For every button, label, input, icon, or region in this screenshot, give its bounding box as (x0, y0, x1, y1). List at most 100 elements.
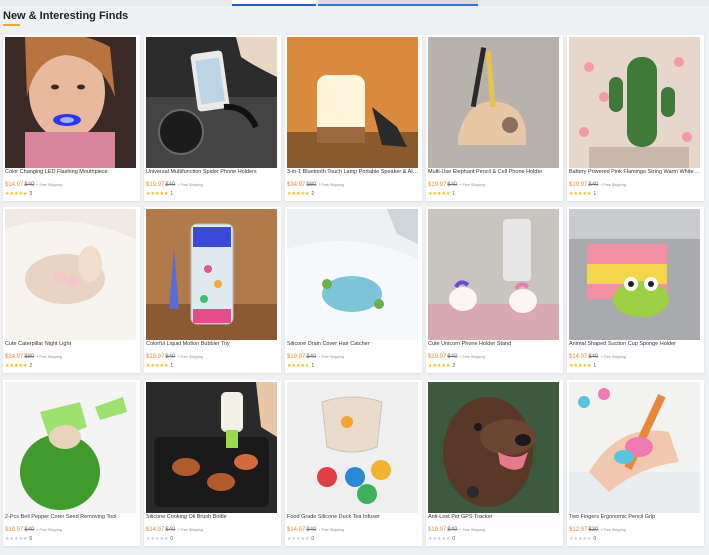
rating-row: ★★★★★ 0 (287, 536, 314, 542)
product-title[interactable]: Color Changing LED Flashing Mouthpiece (5, 169, 138, 175)
product-card[interactable]: Silicone Drain Cover Hair Catcher $19.97… (285, 207, 422, 373)
product-title[interactable]: 3-in-1 Bluetooth Touch Lamp Portable Spe… (287, 169, 420, 175)
old-price: $40 (306, 527, 317, 533)
tab-active[interactable] (232, 0, 316, 6)
liquid-bubbler-photo[interactable] (146, 209, 277, 340)
product-card[interactable]: Universal Multifunction Spider Phone Hol… (144, 35, 281, 201)
price-row: $14.97$40 + Free Shipping (287, 527, 420, 535)
product-title[interactable]: Two Fingers Ergonomic Pencil Grip (569, 514, 702, 520)
section-title-underline (3, 24, 20, 26)
frog-sponge-holder-photo[interactable] (569, 209, 700, 340)
product-card[interactable]: Colorful Liquid Motion Bubbler Toy $19.9… (144, 207, 281, 373)
elephant-holder-photo[interactable] (428, 37, 559, 168)
drain-cover-photo[interactable] (287, 209, 418, 340)
rating-row: ★★★★★ 1 (569, 191, 596, 197)
product-card[interactable]: Cute Unicorn Phone Holder Stand $19.97$4… (426, 207, 563, 373)
product-card[interactable]: Two Fingers Ergonomic Pencil Grip $12.97… (567, 380, 704, 546)
old-price: $40 (447, 527, 458, 533)
rating-row: ★★★★★ 1 (146, 363, 173, 369)
price-row: $19.97$40 + Free Shipping (146, 182, 279, 190)
pepper-corer-photo[interactable] (5, 382, 136, 513)
product-title[interactable]: Cute Caterpillar Night Light (5, 341, 138, 347)
shipping-note: + Free Shipping (459, 355, 485, 359)
price: $19.97 (428, 527, 447, 533)
price-row: $12.97$30 + Free Shipping (569, 527, 702, 535)
star-rating-icon: ★★★★★ (428, 536, 451, 542)
product-title[interactable]: Multi-Use Elephant Pencil & Cell Phone H… (428, 169, 561, 175)
price: $19.97 (146, 354, 165, 360)
product-title[interactable]: Universal Multifunction Spider Phone Hol… (146, 169, 279, 175)
duck-tea-infuser-photo[interactable] (287, 382, 418, 513)
product-title[interactable]: Silicone Cooking Oil Brush Bottle (146, 514, 279, 520)
pet-gps-tracker-photo[interactable] (428, 382, 559, 513)
rating-row: ★★★★★ 2 (5, 363, 32, 369)
rating-row: ★★★★★ 0 (569, 536, 596, 542)
product-card[interactable]: Multi-Use Elephant Pencil & Cell Phone H… (426, 35, 563, 201)
old-price: $30 (588, 527, 599, 533)
review-count: 0 (170, 536, 174, 542)
price-row: $19.97$40 + Free Shipping (287, 354, 420, 362)
old-price: $40 (306, 354, 317, 360)
product-card[interactable]: Food Grade Silicone Duck Tea Infuser $14… (285, 380, 422, 546)
star-rating-icon: ★★★★★ (146, 191, 169, 197)
product-title[interactable]: Colorful Liquid Motion Bubbler Toy (146, 341, 279, 347)
spider-phone-holder-photo[interactable] (146, 37, 277, 168)
product-title[interactable]: Cute Unicorn Phone Holder Stand (428, 341, 561, 347)
review-count: 1 (452, 191, 456, 197)
old-price: $40 (447, 182, 458, 188)
product-card[interactable]: 3-in-1 Bluetooth Touch Lamp Portable Spe… (285, 35, 422, 201)
old-price: $40 (588, 354, 599, 360)
price-row: $19.97$40 + Free Shipping (146, 354, 279, 362)
product-card[interactable]: Animal Shaped Suction Cup Sponge Holder … (567, 207, 704, 373)
product-title[interactable]: 2-Pcs Bell Pepper Corer Seed Removing To… (5, 514, 138, 520)
product-card[interactable]: 2-Pcs Bell Pepper Corer Seed Removing To… (3, 380, 140, 546)
star-rating-icon: ★★★★★ (569, 536, 592, 542)
tab-other[interactable] (318, 0, 478, 6)
pencil-grip-photo[interactable] (569, 382, 700, 513)
price: $14.97 (287, 527, 306, 533)
price-row: $14.97$40 + Free Shipping (146, 527, 279, 535)
review-count: 0 (29, 536, 33, 542)
review-count: 1 (593, 191, 597, 197)
shipping-note: + Free Shipping (36, 528, 62, 532)
star-rating-icon: ★★★★★ (5, 363, 28, 369)
product-card[interactable]: Color Changing LED Flashing Mouthpiece $… (3, 35, 140, 201)
price: $19.97 (428, 354, 447, 360)
oil-brush-bottle-photo[interactable] (146, 382, 277, 513)
touch-lamp-speaker-photo[interactable] (287, 37, 418, 168)
product-title[interactable]: Animal Shaped Suction Cup Sponge Holder (569, 341, 702, 347)
product-title[interactable]: Food Grade Silicone Duck Tea Infuser (287, 514, 420, 520)
rating-row: ★★★★★ 3 (5, 191, 32, 197)
unicorn-phone-stand-photo[interactable] (428, 209, 559, 340)
shipping-note: + Free Shipping (459, 183, 485, 187)
product-card[interactable]: Anti-Lost Pet GPS Tracker $19.97$40 + Fre… (426, 380, 563, 546)
review-count: 0 (311, 536, 315, 542)
led-mouthpiece-photo[interactable] (5, 37, 136, 168)
star-rating-icon: ★★★★★ (569, 191, 592, 197)
review-count: 0 (593, 536, 597, 542)
product-title[interactable]: Silicone Drain Cover Hair Catcher (287, 341, 420, 347)
product-card[interactable]: Silicone Cooking Oil Brush Bottle $14.97… (144, 380, 281, 546)
review-count: 2 (452, 363, 456, 369)
star-rating-icon: ★★★★★ (5, 191, 28, 197)
review-count: 1 (170, 191, 174, 197)
shipping-note: + Free Shipping (177, 528, 203, 532)
product-title[interactable]: Battery Powered Pink Flamingo String War… (569, 169, 702, 175)
review-count: 1 (170, 363, 174, 369)
price-row: $19.97$40 + Free Shipping (5, 527, 138, 535)
price: $14.97 (5, 182, 24, 188)
price: $14.97 (146, 527, 165, 533)
product-card[interactable]: Battery Powered Pink Flamingo String War… (567, 35, 704, 201)
price: $34.97 (287, 182, 306, 188)
rating-row: ★★★★★ 0 (428, 536, 455, 542)
rating-row: ★★★★★ 1 (146, 191, 173, 197)
product-card[interactable]: Cute Caterpillar Night Light $34.97$80 + … (3, 207, 140, 373)
price: $19.97 (569, 182, 588, 188)
old-price: $40 (165, 527, 176, 533)
caterpillar-light-photo[interactable] (5, 209, 136, 340)
shipping-note: + Free Shipping (600, 355, 626, 359)
flamingo-lights-photo[interactable] (569, 37, 700, 168)
product-title[interactable]: Anti-Lost Pet GPS Tracker (428, 514, 561, 520)
shipping-note: + Free Shipping (459, 528, 485, 532)
rating-row: ★★★★★ 2 (287, 191, 314, 197)
